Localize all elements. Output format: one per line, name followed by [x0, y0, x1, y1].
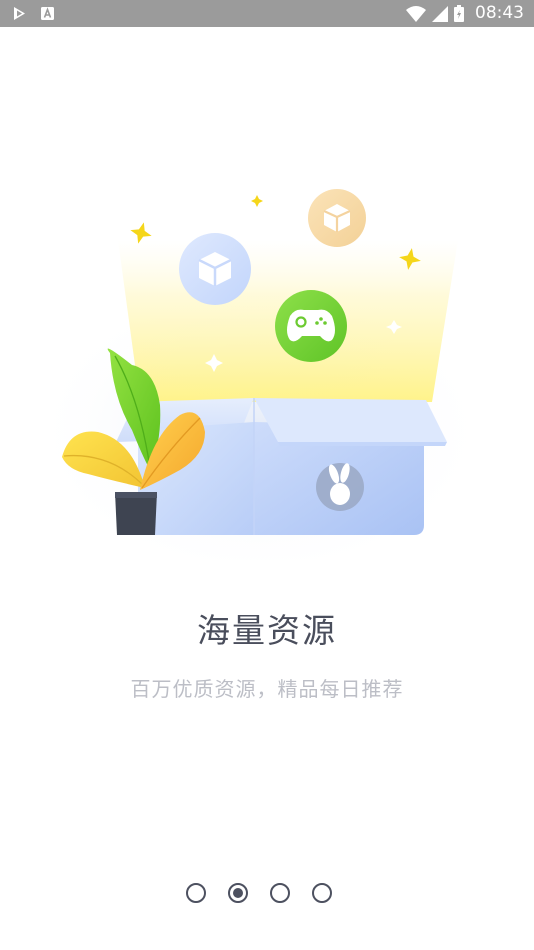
- page-indicator: [186, 883, 332, 907]
- onboarding-screen: 08:43 海量资源 百万优质资源，精品每日推荐: [0, 0, 534, 950]
- gamepad-icon: [275, 290, 347, 362]
- wifi-icon: [406, 5, 426, 22]
- onboarding-subtitle: 百万优质资源，精品每日推荐: [130, 677, 404, 701]
- status-icons: [406, 5, 464, 22]
- page-dot-4[interactable]: [312, 883, 332, 903]
- page-dot-1[interactable]: [186, 883, 206, 903]
- battery-icon: [454, 5, 464, 22]
- page-dot-2-active[interactable]: [228, 883, 248, 903]
- cube-bubble-icon: [179, 233, 251, 305]
- status-time: 08:43: [475, 3, 524, 23]
- status-bar: 08:43: [0, 0, 534, 27]
- onboarding-illustration: [40, 189, 490, 560]
- play-store-icon: [14, 7, 25, 20]
- cell-signal-icon: [432, 5, 448, 22]
- onboarding-title: 海量资源: [197, 611, 337, 650]
- accessibility-a-icon: [41, 7, 54, 20]
- page-dot-3[interactable]: [270, 883, 290, 903]
- cube-bubble-icon: [308, 189, 366, 247]
